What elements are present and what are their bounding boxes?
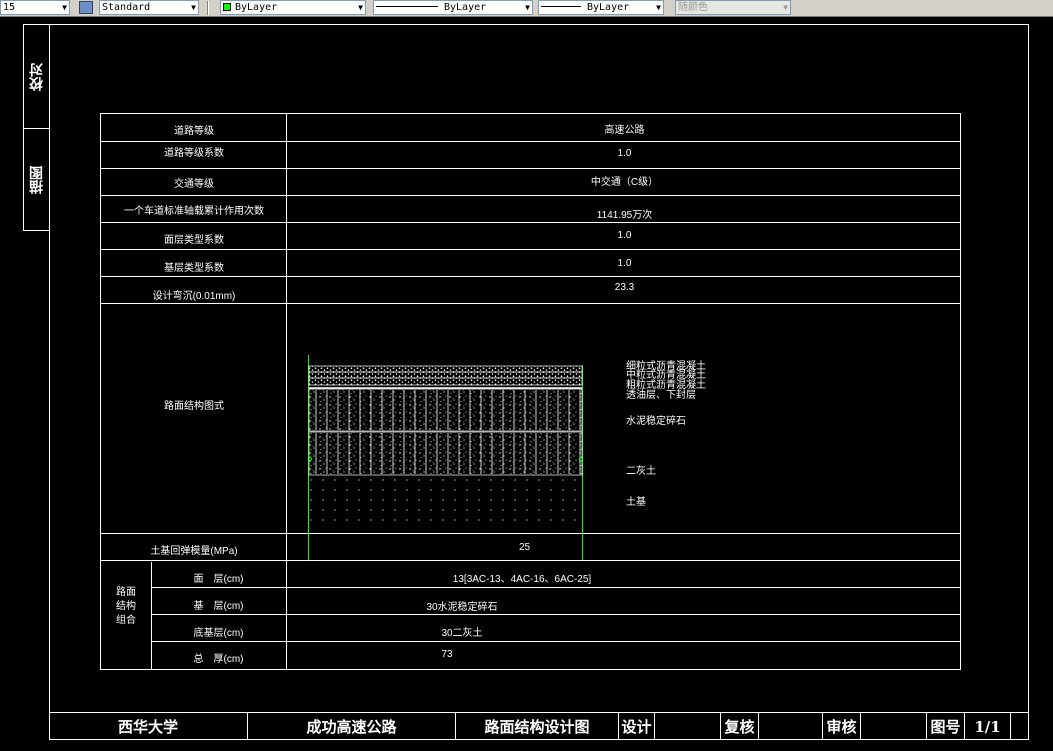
chevron-down-icon: ▼ xyxy=(62,3,67,12)
table-rule xyxy=(151,587,960,588)
layer-coarse-asphalt xyxy=(308,377,583,386)
text-style-value: Standard xyxy=(102,2,151,13)
layer-lime-flyash-soil xyxy=(308,431,583,476)
composition-label: 路面 结构 组合 xyxy=(116,587,136,626)
linetype-value: ByLayer xyxy=(444,2,487,13)
text-style-icon[interactable] xyxy=(79,1,93,14)
linetype-preview xyxy=(376,6,438,7)
color-value: ByLayer xyxy=(235,2,278,13)
title-school: 西华大学 xyxy=(49,713,248,740)
row-value: 1141.95万次 xyxy=(596,210,653,221)
table-rule xyxy=(101,303,960,304)
side-label-check: 校对 xyxy=(28,62,45,91)
composition-row-label: 面 层(cm) xyxy=(193,574,244,585)
table-rule xyxy=(151,641,960,642)
title-design-value xyxy=(655,713,721,740)
row-value: 23.3 xyxy=(614,282,635,293)
properties-toolbar: 15 ▼ Standard ▼ ByLayer ▼ ByLayer ▼ ByLa… xyxy=(0,0,1053,17)
title-sheet-value: 1/1 xyxy=(965,713,1011,740)
row-value: 1.0 xyxy=(617,148,632,159)
row-label: 道路等级 xyxy=(174,126,214,137)
row-label: 基层类型系数 xyxy=(164,263,224,274)
layer-name-cement: 水泥稳定碎石 xyxy=(626,416,686,427)
table-rule xyxy=(101,168,960,169)
chevron-down-icon: ▼ xyxy=(656,3,661,12)
layer-medium-asphalt xyxy=(308,371,583,379)
row-value: 高速公路 xyxy=(604,125,645,136)
lineweight-value: ByLayer xyxy=(587,2,630,13)
layer-name-subgrade: 土基 xyxy=(626,497,646,508)
layer-fine-asphalt xyxy=(308,365,583,373)
row-label: 交通等级 xyxy=(174,179,214,190)
table-rule xyxy=(101,222,960,223)
text-style-select[interactable]: Standard ▼ xyxy=(99,0,199,15)
row-label: 面层类型系数 xyxy=(164,235,224,246)
layer-name-seal: 透油层、下封层 xyxy=(626,390,696,401)
side-cell-check: 校对 xyxy=(24,25,49,129)
title-sheet-label: 图号 xyxy=(927,713,965,740)
dim-style-select[interactable]: 15 ▼ xyxy=(0,0,70,15)
row-value: 1.0 xyxy=(617,258,632,269)
table-rule xyxy=(101,249,960,250)
toolbar-separator xyxy=(207,1,209,15)
row-label: 设计弯沉(0.01mm) xyxy=(152,291,236,302)
chevron-down-icon: ▼ xyxy=(783,3,788,12)
layer-name-lime-soil: 二灰土 xyxy=(626,466,656,477)
table-rule xyxy=(151,614,960,615)
side-label-trace: 描图 xyxy=(28,165,45,194)
row-value: 中交通（C级） xyxy=(590,177,659,188)
composition-row-label: 底基层(cm) xyxy=(193,628,244,639)
diagram-label: 路面结构图式 xyxy=(164,401,224,412)
title-design-label: 设计 xyxy=(619,713,655,740)
title-project: 成功高速公路 xyxy=(248,713,456,740)
title-recheck-value xyxy=(759,713,823,740)
title-drawing: 路面结构设计图 xyxy=(456,713,619,740)
layer-cement-stabilized xyxy=(308,388,583,432)
composition-row-value: 30水泥稳定碎石 xyxy=(426,602,498,613)
composition-row-label: 总 厚(cm) xyxy=(193,654,244,665)
row-value: 1.0 xyxy=(617,230,632,241)
plotstyle-value: 随颜色 xyxy=(678,2,708,13)
title-block: 西华大学 成功高速公路 路面结构设计图 设计 复核 审核 图号 1/1 xyxy=(49,712,1029,740)
table-rule xyxy=(101,141,960,142)
table-rule xyxy=(101,560,960,561)
pavement-structure-diagram xyxy=(308,355,583,560)
linetype-select[interactable]: ByLayer ▼ xyxy=(373,0,533,15)
table-rule xyxy=(101,276,960,277)
chevron-down-icon: ▼ xyxy=(525,3,530,12)
row-label: 道路等级系数 xyxy=(164,148,224,159)
title-approve-value xyxy=(861,713,927,740)
composition-row-label: 基 层(cm) xyxy=(193,601,244,612)
layer-color-swatch xyxy=(223,3,231,11)
dim-style-value: 15 xyxy=(3,2,16,13)
lineweight-select[interactable]: ByLayer ▼ xyxy=(538,0,664,15)
plotstyle-select[interactable]: 随颜色 ▼ xyxy=(675,0,791,15)
composition-row-value: 13[3AC-13、4AC-16、6AC-25] xyxy=(452,574,592,585)
lineweight-preview xyxy=(541,6,581,7)
chevron-down-icon: ▼ xyxy=(358,3,363,12)
table-rule xyxy=(101,195,960,196)
chevron-down-icon: ▼ xyxy=(191,3,196,12)
title-recheck-label: 复核 xyxy=(721,713,759,740)
title-approve-label: 审核 xyxy=(823,713,861,740)
color-select[interactable]: ByLayer ▼ xyxy=(220,0,366,15)
side-signature-tab: 校对 描图 xyxy=(23,24,50,231)
composition-row-value: 73 xyxy=(441,649,453,660)
row-label: 一个车道标准轴载累计作用次数 xyxy=(124,206,264,217)
composition-row-value: 30二灰土 xyxy=(441,628,483,639)
layer-subgrade xyxy=(309,476,582,526)
side-cell-trace: 描图 xyxy=(24,129,49,230)
modulus-label: 土基回弹模量(MPa) xyxy=(150,546,238,557)
